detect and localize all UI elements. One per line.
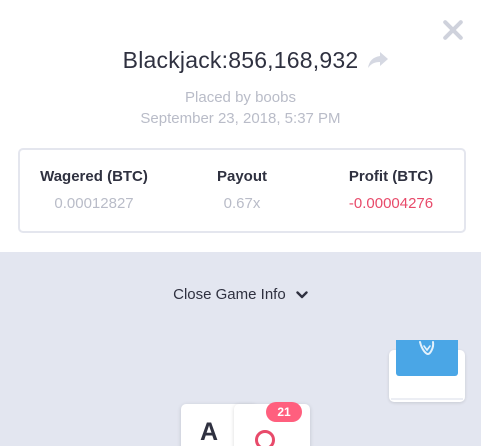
payout-stat: Payout 0.67x	[188, 168, 296, 212]
bet-date: September 23, 2018, 5:37 PM	[140, 110, 341, 127]
wagered-value: 0.00012827	[54, 195, 134, 212]
share-icon[interactable]	[367, 50, 389, 70]
wagered-stat: Wagered (BTC) 0.00012827	[28, 168, 160, 212]
profit-label: Profit (BTC)	[348, 168, 434, 185]
payout-label: Payout	[216, 168, 267, 185]
deck-logo-icon	[419, 341, 435, 356]
bet-title: Blackjack:856,168,932	[122, 47, 359, 73]
payout-value: 0.67x	[223, 195, 261, 212]
close-icon[interactable]	[440, 17, 466, 43]
placed-by: Placed by boobs	[185, 89, 296, 106]
stats-box: Wagered (BTC) 0.00012827 Payout 0.67x Pr…	[18, 148, 466, 233]
close-game-info-label: Close Game Info	[173, 286, 286, 303]
wagered-label: Wagered (BTC)	[40, 168, 148, 185]
card-deck	[389, 340, 465, 402]
profit-value: -0.00004276	[348, 195, 434, 212]
close-game-info-button[interactable]: Close Game Info	[0, 286, 481, 303]
title-row: Blackjack:856,168,932	[0, 44, 481, 76]
hearts-suit-icon	[255, 430, 275, 446]
deck-card-back	[396, 340, 458, 376]
card-rank: A	[200, 418, 219, 446]
profit-stat: Profit (BTC) -0.00004276	[323, 168, 459, 212]
hand-score-badge: 21	[266, 402, 302, 422]
chevron-down-icon	[296, 291, 308, 299]
bet-details-panel: Blackjack:856,168,932 Placed by boobs Se…	[0, 0, 481, 252]
